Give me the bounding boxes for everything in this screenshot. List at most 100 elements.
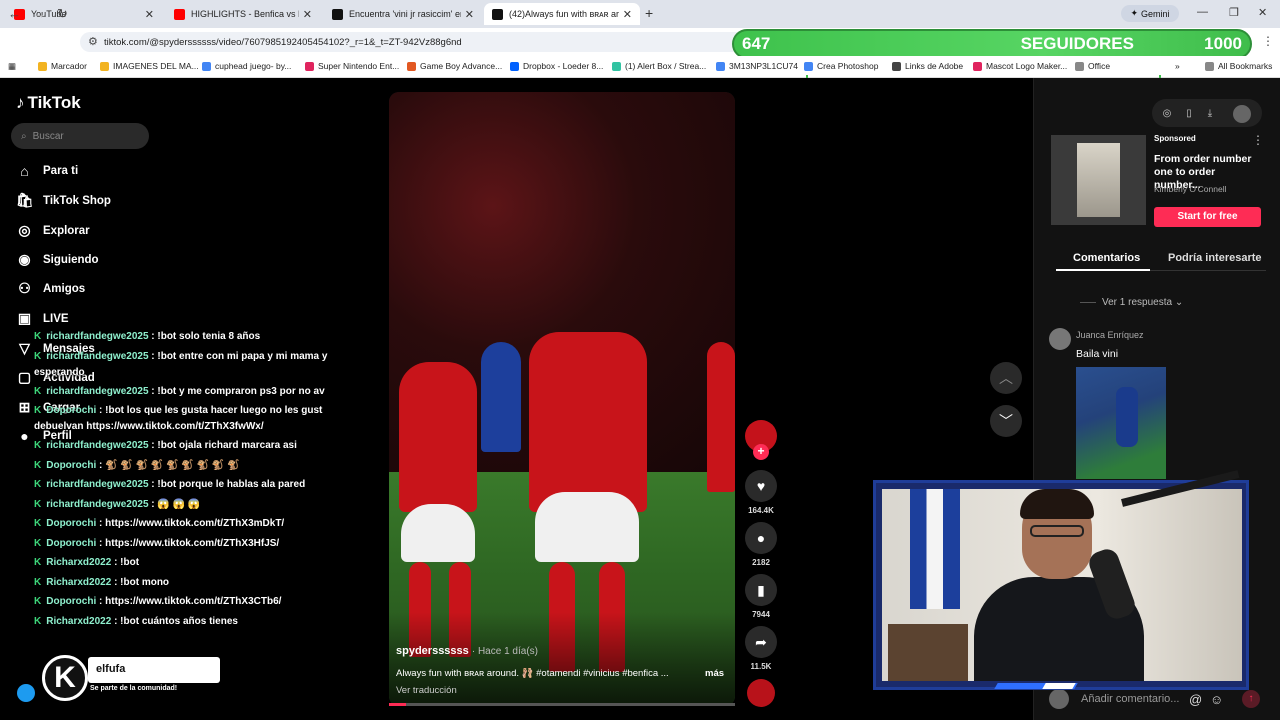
bookmark-icon bbox=[305, 61, 314, 71]
bookmark-item[interactable]: Super Nintendo Ent... bbox=[305, 61, 399, 71]
tab-podria-interesarte[interactable]: Podría interesarte bbox=[1168, 252, 1262, 264]
tiktok-icon bbox=[332, 8, 343, 20]
comment-image[interactable] bbox=[1076, 367, 1166, 479]
kick-icon: K bbox=[34, 479, 42, 490]
bookmark-icon bbox=[407, 61, 416, 71]
close-icon[interactable]: ✕ bbox=[623, 8, 632, 21]
sidebar-item-amigos[interactable]: ⚇ Amigos bbox=[16, 280, 85, 297]
chat-user: Richarxd2022 bbox=[46, 577, 112, 588]
bookmark-label: Office bbox=[1088, 61, 1111, 71]
tab-comentarios[interactable]: Comentarios bbox=[1073, 252, 1140, 264]
mention-icon[interactable]: @ bbox=[1189, 692, 1202, 707]
emoji-icon[interactable]: ☺ bbox=[1210, 692, 1223, 707]
bookmark-item[interactable]: cuphead juego- by... bbox=[202, 61, 291, 71]
kick-icon: K bbox=[34, 460, 42, 471]
apps-icon[interactable]: ▦ bbox=[8, 61, 16, 72]
send-icon[interactable]: ↑ bbox=[1242, 690, 1260, 708]
video-author[interactable]: spyderssssss · Hace 1 día(s) bbox=[396, 645, 538, 657]
bookmark-item[interactable]: Game Boy Advance... bbox=[407, 61, 502, 71]
gemini-button[interactable]: ✦ Gemini bbox=[1121, 5, 1179, 22]
tiktok-logo[interactable]: ♪ TikTok bbox=[16, 93, 81, 113]
translate-link[interactable]: Ver traducción bbox=[396, 685, 457, 696]
search-input[interactable]: ⌕ Buscar bbox=[11, 123, 149, 149]
sidebar-item-live[interactable]: ▣ LIVE bbox=[16, 310, 69, 327]
maximize-icon[interactable]: ❐ bbox=[1229, 6, 1239, 19]
tab-tiktok-search[interactable]: Encuentra 'vini jr rasiccim' en Ti ✕ bbox=[324, 3, 482, 25]
close-window-icon[interactable]: ✕ bbox=[1258, 6, 1267, 19]
bookmark-item[interactable]: Crea Photoshop bbox=[804, 61, 878, 71]
sidebar-item-label: LIVE bbox=[43, 312, 69, 325]
view-replies-link[interactable]: Ver 1 respuesta ⌄ bbox=[1080, 297, 1183, 308]
ad-cta-button[interactable]: Start for free bbox=[1154, 207, 1261, 227]
address-bar[interactable]: ⚙ tiktok.com/@spyderssssss/video/7607985… bbox=[80, 32, 770, 52]
folder-icon bbox=[1205, 61, 1214, 71]
tab-highlights[interactable]: HIGHLIGHTS - Benfica vs Real M ✕ bbox=[166, 3, 320, 25]
tiktok-icon: ♪ bbox=[16, 93, 25, 112]
chat-user: Richarxd2022 bbox=[46, 557, 112, 568]
share-button[interactable]: ➦ 11.5K bbox=[745, 626, 777, 671]
download-icon[interactable]: ⤓ bbox=[1201, 105, 1219, 123]
followers-goal: 1000 bbox=[1204, 34, 1242, 53]
tab-tiktok-video[interactable]: (42)Always fun with ʙʀᴀʀ around ✕ bbox=[484, 3, 640, 25]
chat-message: Krichardfandegwe2025 : !bot y me comprar… bbox=[34, 386, 325, 397]
chevron-right-icon[interactable]: » bbox=[1175, 61, 1180, 71]
flag-image bbox=[910, 489, 960, 609]
next-video-button[interactable]: ﹀ bbox=[990, 405, 1022, 437]
phone-icon[interactable]: ▯ bbox=[1180, 105, 1198, 123]
close-icon[interactable]: ✕ bbox=[145, 8, 154, 21]
video-player[interactable] bbox=[389, 92, 735, 706]
new-tab-button[interactable]: + bbox=[645, 5, 653, 21]
site-info-icon[interactable]: ⚙ bbox=[88, 35, 98, 48]
back-icon[interactable]: ← bbox=[8, 6, 21, 21]
sidebar-item-para-ti[interactable]: ⌂ Para ti bbox=[16, 163, 78, 179]
chat-message: K Richarxd2022 : !bot bbox=[34, 557, 139, 568]
save-button[interactable]: ▮ 7944 bbox=[745, 574, 777, 619]
more-button[interactable]: más bbox=[705, 668, 724, 679]
kick-icon: K bbox=[34, 386, 42, 397]
kick-icon: K bbox=[34, 557, 42, 568]
bookmark-label: Game Boy Advance... bbox=[420, 61, 503, 71]
minimize-icon[interactable]: — bbox=[1197, 6, 1208, 18]
tab-label: HIGHLIGHTS - Benfica vs Real M bbox=[191, 9, 299, 19]
upload-icon: ⊞ bbox=[18, 399, 31, 415]
comment-author[interactable]: Juanca Enríquez bbox=[1076, 330, 1144, 340]
ad-thumbnail[interactable] bbox=[1051, 135, 1146, 225]
streamer-hair bbox=[1020, 489, 1094, 519]
tab-youtube[interactable]: YouTube ✕ bbox=[6, 3, 162, 25]
bookmark-item[interactable]: Mascot Logo Maker... bbox=[973, 61, 1067, 71]
bookmark-item[interactable]: (1) Alert Box / Strea... bbox=[612, 61, 706, 71]
bookmark-item[interactable]: Links de Adobe bbox=[892, 61, 963, 71]
music-disc-icon[interactable] bbox=[747, 679, 775, 707]
close-icon[interactable]: ✕ bbox=[465, 8, 474, 21]
comment-input[interactable]: Añadir comentario... @ ☺ bbox=[1049, 687, 1274, 711]
player-figure bbox=[399, 362, 477, 512]
sidebar-item-siguiendo[interactable]: ◉ Siguiendo bbox=[16, 251, 99, 268]
follow-button[interactable]: + bbox=[753, 444, 769, 460]
bookmark-item[interactable]: Marcador bbox=[38, 61, 87, 71]
bookmark-icon bbox=[1075, 61, 1084, 71]
all-bookmarks[interactable]: All Bookmarks bbox=[1205, 61, 1272, 71]
comment-button[interactable]: ● 2182 bbox=[745, 522, 777, 567]
avatar[interactable] bbox=[1233, 105, 1251, 123]
compass-icon[interactable]: ◎ bbox=[1158, 105, 1176, 123]
previous-video-button[interactable]: ︿ bbox=[990, 362, 1022, 394]
bookmark-item[interactable]: 3M13NP3L1CU74 bbox=[716, 61, 798, 71]
forward-icon[interactable]: → bbox=[33, 6, 46, 21]
close-icon[interactable]: ✕ bbox=[303, 8, 312, 21]
sidebar-item-explorar[interactable]: ◎ Explorar bbox=[16, 222, 89, 239]
menu-icon[interactable]: ⋮ bbox=[1262, 34, 1274, 48]
comment-placeholder: Añadir comentario... bbox=[1081, 693, 1180, 705]
more-options-icon[interactable]: ⋮ bbox=[1252, 133, 1264, 147]
video-progress[interactable] bbox=[389, 703, 735, 706]
avatar[interactable] bbox=[1049, 328, 1071, 350]
sidebar-item-shop[interactable]: 🛍 TikTok Shop bbox=[16, 192, 111, 209]
bookmark-item[interactable]: Office bbox=[1075, 61, 1110, 71]
tab-label: Encuentra 'vini jr rasiccim' en Ti bbox=[349, 9, 461, 19]
sidebar-item-label: Siguiendo bbox=[43, 253, 99, 266]
bookmark-item[interactable]: Dropbox - Loeder 8... bbox=[510, 61, 603, 71]
reload-icon[interactable]: ↻ bbox=[57, 6, 68, 22]
bookmark-item[interactable]: IMAGENES DEL MA... bbox=[100, 61, 199, 71]
like-button[interactable]: ♥ 164.4K bbox=[745, 470, 777, 515]
sidebar-item-label: Para ti bbox=[43, 165, 79, 177]
share-icon: ➦ bbox=[745, 626, 777, 658]
